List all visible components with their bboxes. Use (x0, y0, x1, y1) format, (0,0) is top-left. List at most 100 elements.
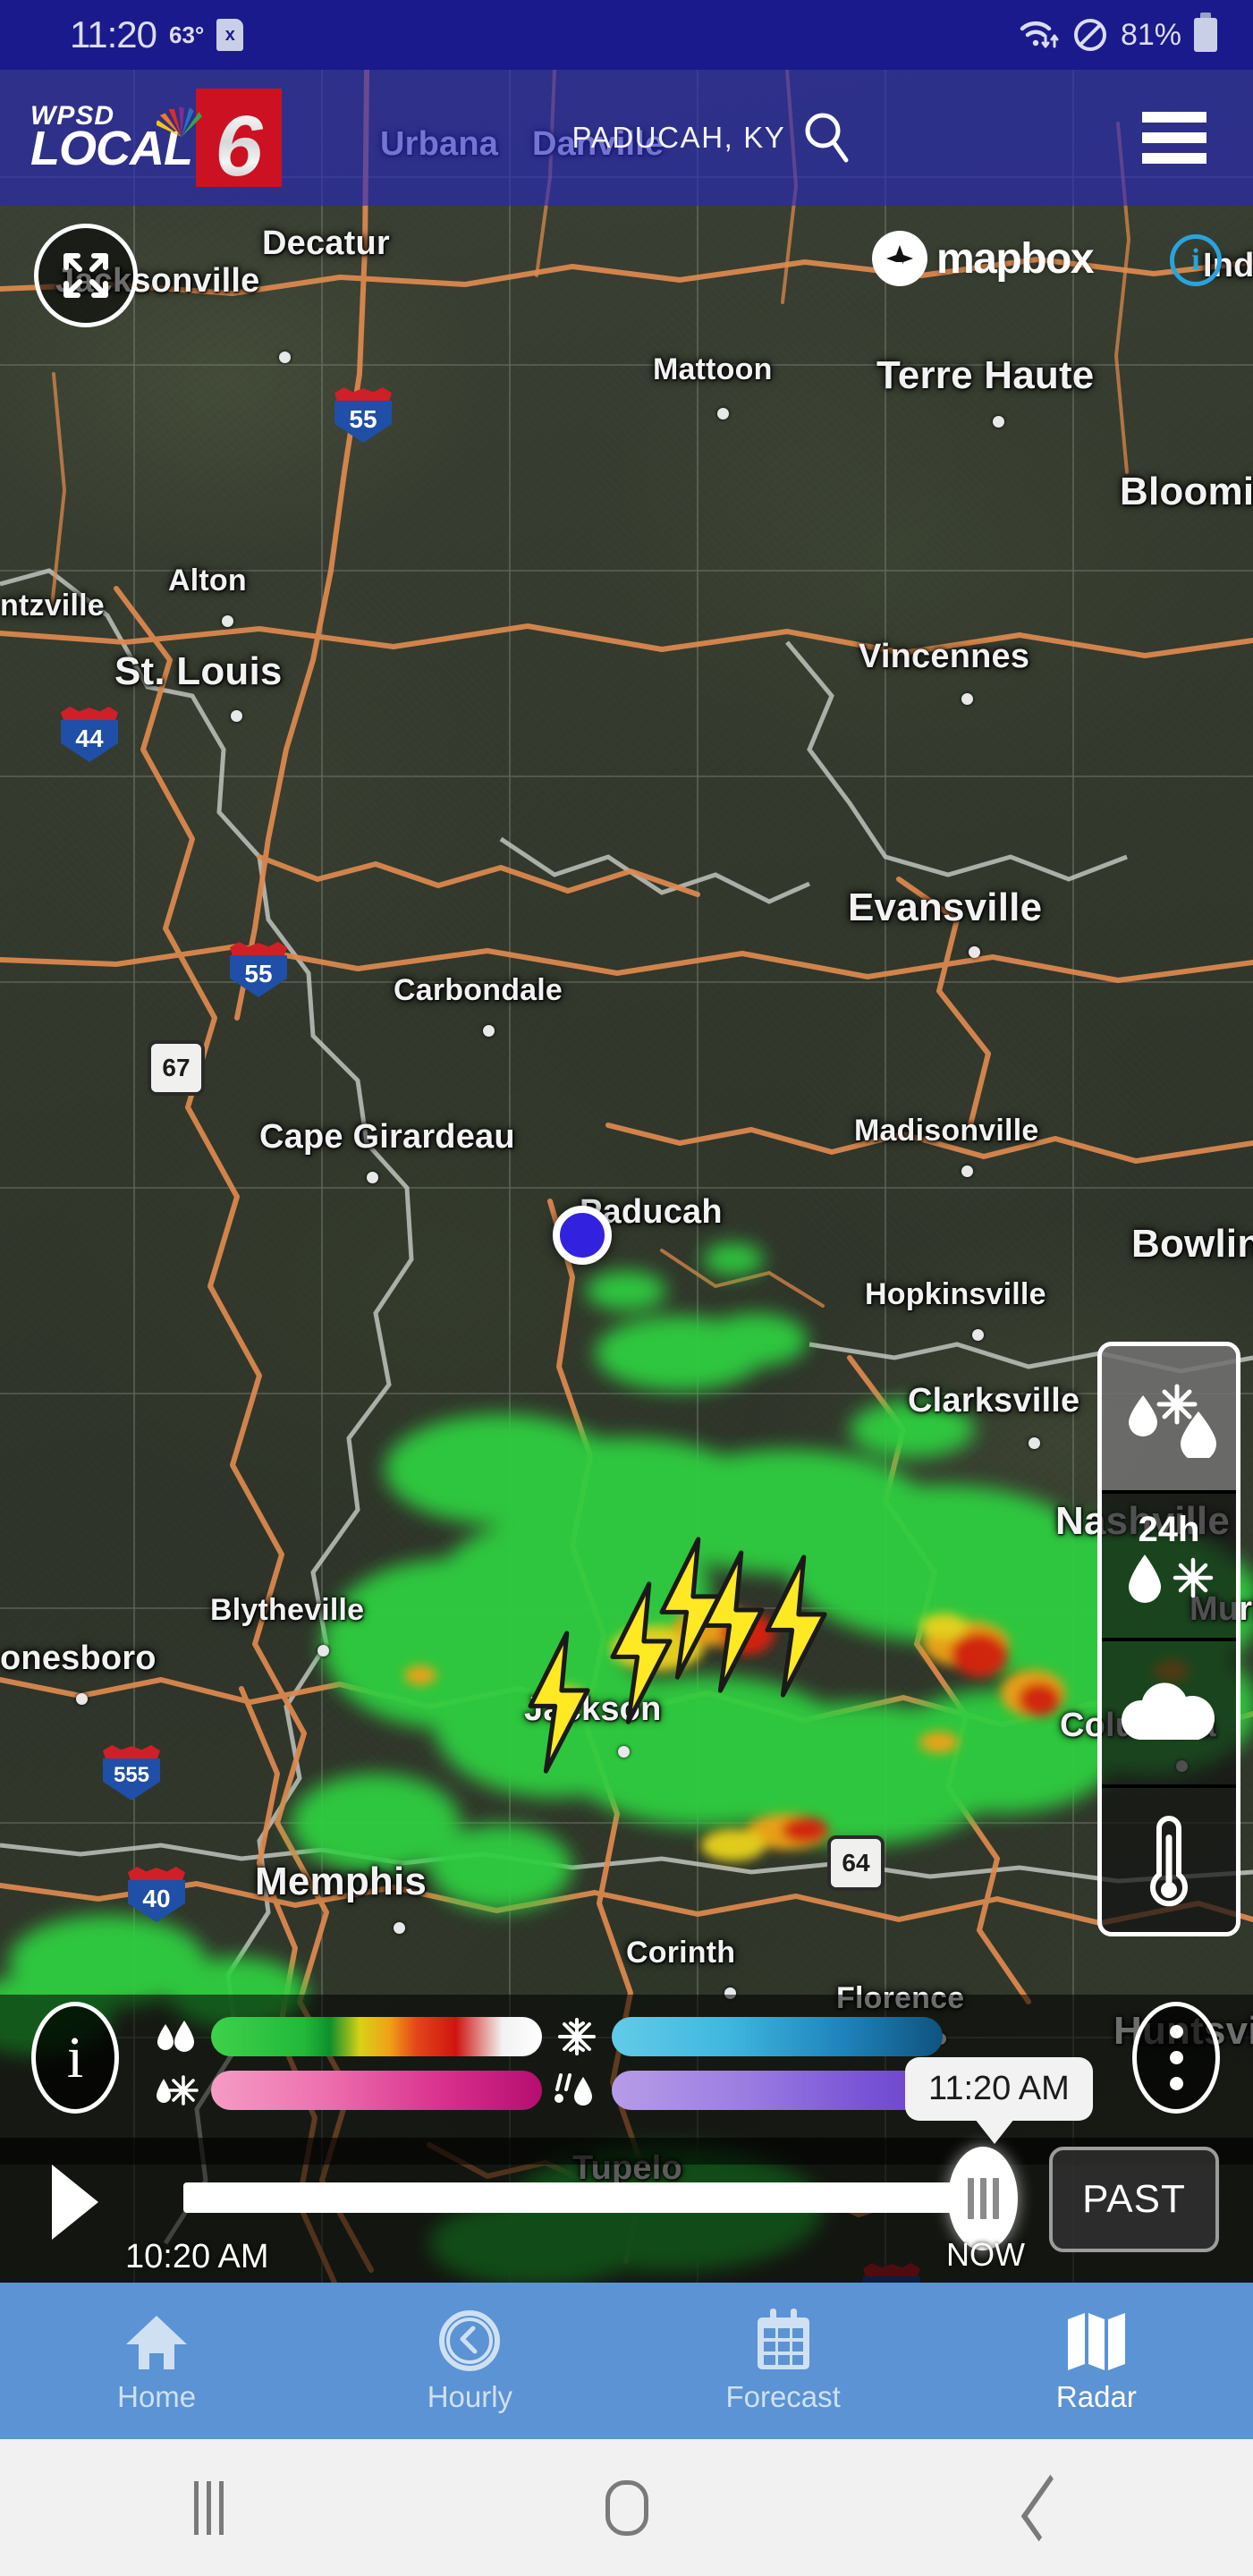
city-dot (317, 1645, 329, 1657)
current-location-label: PADUCAH, KY (571, 121, 786, 154)
city-dot (961, 693, 973, 705)
status-bar-right: 81% (1019, 13, 1253, 53)
radar-map[interactable]: UrbanaDanvilleDecaturIndJacksonvilleMatt… (0, 70, 1253, 2283)
past-toggle-button[interactable]: PAST (1049, 2147, 1219, 2252)
recents-icon (194, 2480, 224, 2535)
android-navigation-bar (0, 2439, 1253, 2576)
search-icon[interactable] (801, 110, 851, 165)
nav-label-forecast: Forecast (725, 2379, 841, 2413)
handle-grip-line (979, 2178, 986, 2219)
layer-button-24h-accumulation[interactable]: 24h (1102, 1494, 1236, 1641)
city-dot (993, 416, 1004, 428)
highway-shield-icon: 64 (827, 1835, 885, 1891)
map-layer-panel[interactable]: 24h (1097, 1342, 1240, 1936)
android-back-button[interactable] (835, 2474, 1253, 2541)
highway-number: 55 (244, 960, 273, 987)
nav-item-radar[interactable]: Radar (940, 2283, 1253, 2439)
status-temperature: 63° (169, 21, 205, 48)
nav-label-home: Home (117, 2379, 197, 2413)
wpsd-local-6-logo[interactable]: WPSD LOCAL 6 (0, 89, 282, 194)
more-options-kebab-icon[interactable] (1132, 2002, 1220, 2114)
city-label: St. Louis (114, 649, 283, 693)
bottom-navigation-bar: Home Hourly Forecast Radar (0, 2283, 1253, 2439)
city-label: Clarksville (908, 1382, 1080, 1419)
sim-x-glyph: x (224, 25, 235, 45)
highway-number: 555 (113, 1763, 150, 1787)
snowflake-icon (551, 2016, 603, 2057)
android-recents-button[interactable] (0, 2480, 418, 2535)
mapbox-logo-icon[interactable]: mapbox (872, 231, 1095, 286)
home-icon (123, 2309, 190, 2373)
legend-bar-snow (612, 2017, 943, 2056)
highway-number: 67 (148, 1040, 205, 1096)
nav-item-forecast[interactable]: Forecast (627, 2283, 940, 2439)
menu-line (1142, 132, 1206, 143)
legend-info-icon[interactable]: i (31, 2002, 119, 2114)
highway-shield-icon: 40 (128, 1867, 185, 1922)
city-label: Bloomin (1120, 470, 1253, 513)
recents-line (219, 2480, 224, 2535)
calendar-icon (752, 2308, 815, 2373)
cloud-icon (1121, 1682, 1215, 1740)
battery-icon (1194, 13, 1217, 52)
channel-number: 6 (215, 97, 263, 194)
nav-label-hourly: Hourly (427, 2379, 513, 2413)
city-dot (969, 946, 980, 958)
highway-shield-icon: 67 (148, 1040, 205, 1096)
city-dot (961, 1165, 973, 1177)
highway-shield-icon: 44 (61, 707, 118, 762)
map-info-icon[interactable]: i (1170, 234, 1222, 286)
kebab-dot (1169, 2025, 1183, 2038)
layer-button-temperature[interactable] (1102, 1788, 1236, 1932)
thermometer-icon (1150, 1815, 1188, 1906)
menu-line (1142, 112, 1206, 123)
nav-item-home[interactable]: Home (0, 2283, 313, 2439)
city-dot (367, 1172, 378, 1183)
legend-info-glyph: i (66, 2024, 84, 2090)
city-label: Bowling (1131, 1222, 1253, 1266)
mapbox-mark (872, 231, 927, 286)
city-label: Vincennes (859, 638, 1030, 675)
city-dot (483, 1025, 495, 1037)
play-button-icon[interactable] (52, 2165, 98, 2240)
location-search-area[interactable]: PADUCAH, KY (282, 110, 1142, 165)
nav-item-hourly[interactable]: Hourly (313, 2283, 626, 2439)
city-dot (222, 615, 233, 627)
android-home-icon (605, 2479, 648, 2536)
highway-shield-icon: 55 (334, 387, 392, 443)
kebab-dot (1169, 2077, 1183, 2090)
android-home-button[interactable] (418, 2479, 835, 2536)
highway-shield-icon: 555 (103, 1745, 160, 1801)
fullscreen-expand-icon[interactable] (34, 224, 138, 327)
android-status-bar: 11:20 63° x 81% (0, 0, 1253, 70)
city-label: Memphis (255, 1860, 428, 1903)
city-dot (394, 1922, 405, 1934)
city-label: onesboro (0, 1640, 157, 1677)
city-label: ntzville (0, 589, 105, 623)
do-not-disturb-icon (1073, 19, 1106, 51)
hamburger-menu-icon[interactable] (1142, 112, 1253, 164)
handle-grip-line (967, 2178, 974, 2219)
layer-24h-label: 24h (1138, 1509, 1200, 1549)
layer-button-precipitation[interactable] (1102, 1346, 1236, 1494)
timeline-now-label: NOW (946, 2236, 1025, 2273)
legend-bar-rain (211, 2017, 542, 2056)
timeline-track[interactable] (183, 2182, 970, 2213)
current-location-marker (553, 1206, 612, 1265)
layer-button-clouds[interactable] (1102, 1641, 1236, 1789)
recents-line (207, 2480, 211, 2535)
city-label: Mattoon (653, 352, 773, 386)
sleet-mix-icon (150, 2072, 202, 2109)
city-dot (231, 710, 242, 722)
highway-shield-icon: 55 (230, 942, 287, 997)
legend-bar-freezing-rain (612, 2071, 943, 2110)
mapbox-star-glyph (886, 245, 913, 272)
city-label: Blytheville (210, 1593, 365, 1627)
freezing-rain-icon (551, 2072, 603, 2109)
highway-number: 40 (142, 1885, 171, 1912)
city-label: Cape Girardeau (259, 1118, 515, 1156)
timeline-slider-handle[interactable] (948, 2147, 1018, 2250)
app-header: WPSD LOCAL 6 PADUCAH, KY (0, 70, 1253, 206)
handle-grip-line (992, 2178, 999, 2219)
map-fold-icon (1063, 2309, 1130, 2373)
